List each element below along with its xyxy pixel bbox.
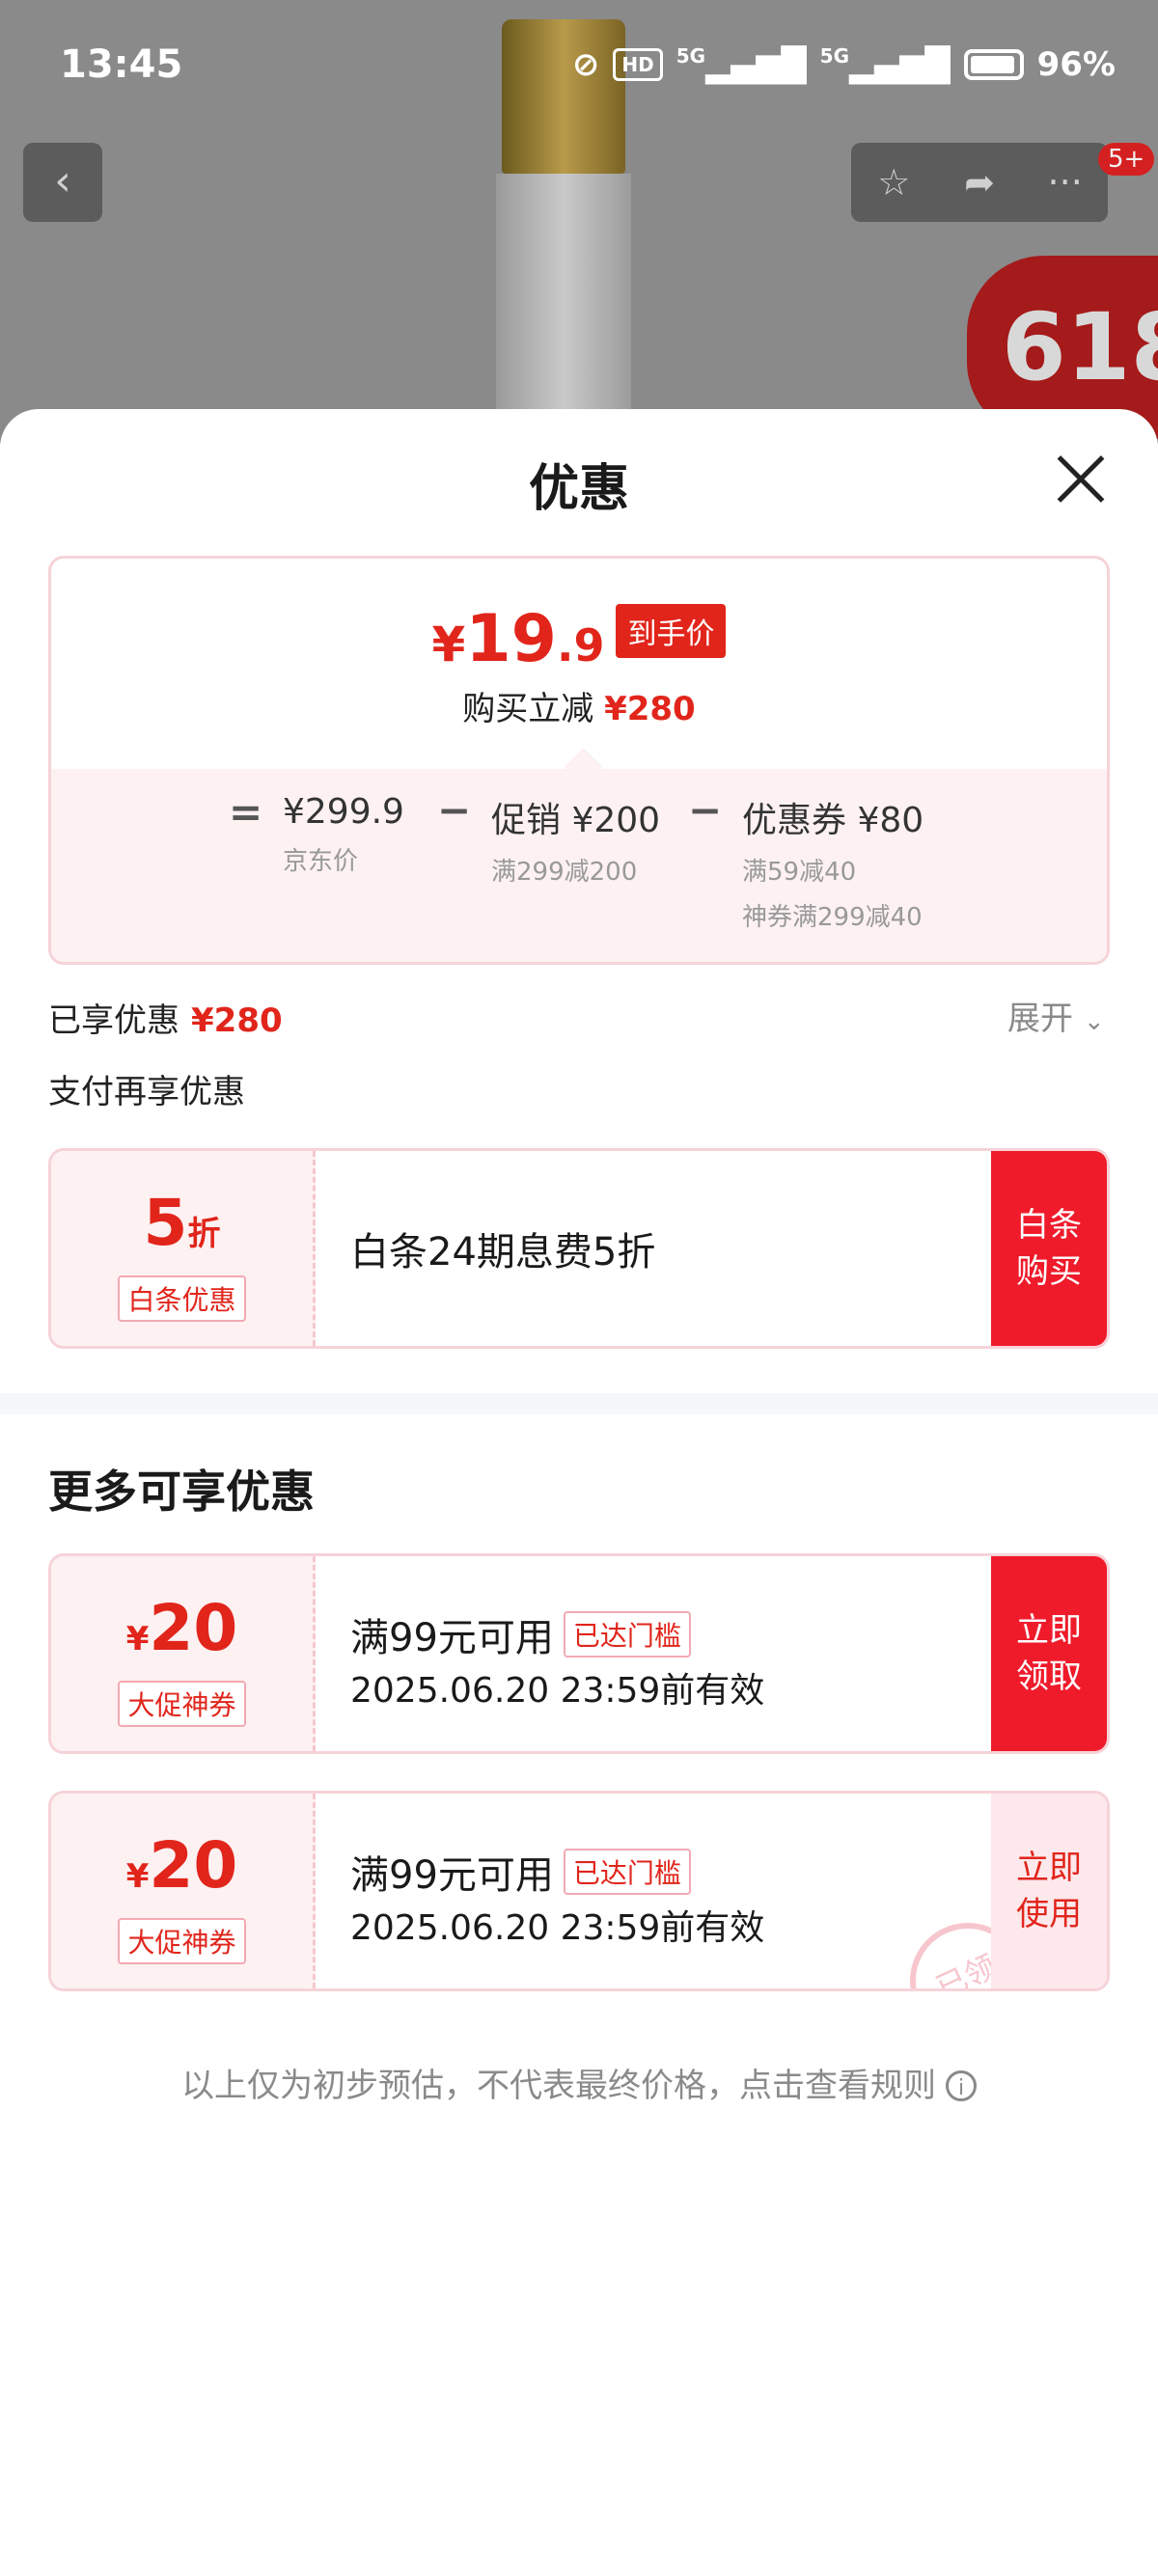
- pay-discount-title: 支付再享优惠: [48, 1073, 245, 1111]
- use-coupon-button[interactable]: 立即 使用: [991, 1794, 1107, 1988]
- status-bar: 13:45 ⊘ HD 5G▂▄▆█ 5G▂▄▆█ 96%: [0, 0, 1158, 135]
- discount-sheet: 优惠 ¥19.9 到手价 购买立减 ¥280 = ¥299.9 京东价 − 促销 …: [0, 409, 1158, 2576]
- coupon-expiry: 2025.06.20 23:59前有效: [350, 1671, 765, 1711]
- info-icon: i: [946, 2070, 977, 2101]
- more-button[interactable]: ···: [1022, 143, 1108, 222]
- signal-5g-icon: 5G▂▄▆█: [676, 44, 807, 85]
- claim-coupon-button[interactable]: 立即 领取: [991, 1556, 1107, 1751]
- disclaimer-rules-link[interactable]: 以上仅为初步预估，不代表最终价格，点击查看规则 i: [0, 2059, 1158, 2106]
- coupon-expiry: 2025.06.20 23:59前有效: [350, 1908, 765, 1948]
- status-icons: ⊘ HD 5G▂▄▆█ 5G▂▄▆█ 96%: [572, 44, 1116, 85]
- signal-5g-icon-2: 5G▂▄▆█: [819, 44, 951, 85]
- battery-percent: 96%: [1036, 45, 1116, 84]
- expand-button[interactable]: 展开 ⌄: [1007, 992, 1105, 1039]
- baitiao-offer-card: 5折 白条优惠 白条24期息费5折 白条 购买: [48, 1148, 1110, 1349]
- enjoyed-discount: 已享优惠 ¥280: [48, 1001, 283, 1040]
- minus-sign-2: −: [688, 786, 723, 834]
- coupon-condition: 满99元可用 已达门槛: [350, 1844, 691, 1900]
- baitiao-tag: 白条优惠: [118, 1275, 246, 1322]
- star-icon: ☆: [877, 161, 911, 204]
- product-page-background: 618 13:45 ⊘ HD 5G▂▄▆█ 5G▂▄▆█ 96% ‹ ☆ ➦ ·…: [0, 0, 1158, 444]
- section-divider: [0, 1393, 1158, 1414]
- notification-badge: 5+: [1098, 143, 1155, 176]
- favorite-button[interactable]: ☆: [851, 143, 937, 222]
- baitiao-discount: 5折 白条优惠: [51, 1151, 316, 1346]
- price-card: ¥19.9 到手价 购买立减 ¥280 = ¥299.9 京东价 − 促销 ¥20…: [48, 556, 1110, 965]
- coupon-discount: 优惠券 ¥80 满59减40 神券满299减40: [742, 801, 924, 932]
- link-icon: ⊘: [571, 45, 600, 84]
- sheet-title: 优惠: [528, 460, 629, 518]
- threshold-reached-tag: 已达门槛: [563, 1849, 691, 1895]
- jd-price: ¥299.9 京东价: [283, 792, 404, 876]
- hd-icon: HD: [613, 48, 663, 81]
- price-breakdown: = ¥299.9 京东价 − 促销 ¥200 满299减200 − 优惠券 ¥8…: [51, 769, 1107, 962]
- coupon-condition: 满99元可用 已达门槛: [350, 1606, 691, 1662]
- battery-icon: [963, 49, 1024, 80]
- coupon-card: ¥20 大促神券 满99元可用 已达门槛 2025.06.20 23:59前有效 …: [48, 1553, 1110, 1754]
- chevron-down-icon: ⌄: [1083, 1007, 1105, 1036]
- more-offers-title: 更多可享优惠: [48, 1466, 315, 1518]
- top-action-group: ☆ ➦ ···: [851, 143, 1108, 222]
- back-button[interactable]: ‹: [23, 143, 102, 222]
- coupon-tag: 大促神券: [118, 1681, 246, 1727]
- coupon-card: ¥20 大促神券 满99元可用 已达门槛 2025.06.20 23:59前有效 …: [48, 1791, 1110, 1991]
- final-price-tag: 到手价: [616, 604, 727, 658]
- equals-sign: =: [229, 788, 263, 836]
- more-icon: ···: [1047, 161, 1083, 204]
- baitiao-description: 白条24期息费5折: [350, 1230, 656, 1274]
- coupon-tag: 大促神券: [118, 1918, 246, 1964]
- share-button[interactable]: ➦: [937, 143, 1023, 222]
- promo-discount: 促销 ¥200 满299减200: [491, 801, 661, 887]
- instant-saving: 购买立减 ¥280: [462, 690, 696, 728]
- threshold-reached-tag: 已达门槛: [563, 1611, 691, 1658]
- share-icon: ➦: [964, 161, 995, 204]
- baitiao-buy-button[interactable]: 白条 购买: [991, 1151, 1107, 1346]
- minus-sign: −: [437, 786, 472, 834]
- back-icon: ‹: [54, 156, 71, 206]
- final-price: ¥19.9 到手价: [51, 601, 1107, 677]
- close-icon[interactable]: [1054, 452, 1108, 506]
- status-time: 13:45: [60, 42, 183, 87]
